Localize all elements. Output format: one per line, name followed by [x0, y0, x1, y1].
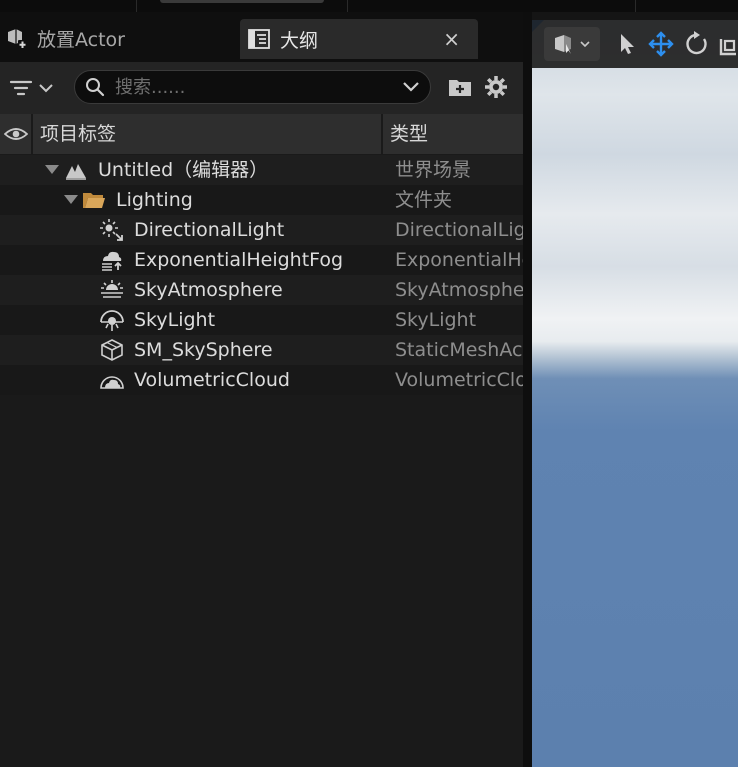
- row-type: SkyAtmosphere: [395, 279, 523, 301]
- tree-row-actor[interactable]: DirectionalLight DirectionalLight: [0, 215, 523, 245]
- viewport-toolbar: [532, 20, 738, 68]
- outliner-toolbar: [0, 62, 523, 114]
- outliner-icon: [248, 29, 270, 49]
- expand-arrow-icon[interactable]: [64, 195, 78, 204]
- tree-row-actor[interactable]: VolumetricCloud VolumetricCloud: [0, 365, 523, 395]
- tree-row-world[interactable]: Untitled（编辑器） 世界场景: [0, 155, 523, 185]
- row-type: 文件夹: [395, 189, 453, 211]
- tree-row-actor[interactable]: SkyLight SkyLight: [0, 305, 523, 335]
- panel-tab-bar: 放置Actor 大纲 ×: [0, 12, 532, 62]
- chevron-down-icon: [39, 84, 53, 93]
- height-fog-icon: [102, 251, 122, 271]
- column-divider[interactable]: [31, 114, 33, 154]
- volumetric-cloud-icon: [100, 376, 124, 389]
- row-label: Lighting: [116, 189, 193, 211]
- top-divider: [347, 0, 348, 12]
- close-icon[interactable]: ×: [443, 27, 460, 51]
- gear-icon[interactable]: [483, 74, 509, 100]
- column-header-type[interactable]: 类型: [390, 114, 428, 154]
- row-type: 世界场景: [395, 159, 472, 181]
- sky-atmosphere-icon: [101, 280, 123, 298]
- tab-place-actors-label: 放置Actor: [37, 28, 125, 51]
- panel-splitter[interactable]: [523, 12, 532, 767]
- viewport-options-button[interactable]: [544, 27, 600, 61]
- filter-icon: [9, 80, 33, 96]
- top-divider: [635, 0, 636, 12]
- outliner-tree: Untitled（编辑器） 世界场景 Lighting 文件夹 Directio…: [0, 155, 523, 395]
- sky-light-icon: [100, 310, 124, 331]
- outliner-column-header: 项目标签 类型: [0, 114, 523, 154]
- level-viewport[interactable]: [532, 20, 738, 767]
- row-label: SkyAtmosphere: [134, 279, 283, 301]
- top-divider: [136, 0, 137, 12]
- tree-row-folder[interactable]: Lighting 文件夹: [0, 185, 523, 215]
- row-type: StaticMeshActor: [395, 339, 523, 361]
- outliner-panel: 项目标签 类型 Untitled（编辑器） 世界场景 Lighting 文件夹: [0, 62, 523, 767]
- search-icon: [86, 78, 105, 97]
- top-strip: [0, 0, 738, 12]
- rotate-icon[interactable]: [684, 31, 710, 57]
- row-label: SM_SkySphere: [134, 339, 273, 361]
- tab-outliner-label: 大纲: [280, 29, 319, 52]
- row-label: SkyLight: [134, 309, 216, 331]
- top-tab-fragment[interactable]: [160, 0, 324, 3]
- row-type: VolumetricCloud: [395, 369, 523, 391]
- row-type: ExponentialHeightFog: [395, 249, 523, 271]
- row-label: DirectionalLight: [134, 219, 285, 241]
- row-label: ExponentialHeightFog: [134, 249, 344, 271]
- place-actor-icon: [8, 29, 27, 49]
- select-cursor-icon[interactable]: [614, 31, 640, 57]
- translate-icon[interactable]: [648, 31, 674, 57]
- row-label: VolumetricCloud: [134, 369, 290, 391]
- chevron-down-icon: [580, 41, 590, 48]
- column-divider[interactable]: [381, 114, 383, 154]
- row-type: SkyLight: [395, 309, 477, 331]
- tree-row-actor[interactable]: ExponentialHeightFog ExponentialHeightFo…: [0, 245, 523, 275]
- directional-light-icon: [100, 219, 123, 241]
- search-options-chevron-icon[interactable]: [402, 80, 420, 94]
- filter-button[interactable]: [8, 74, 64, 102]
- row-label: Untitled（编辑器）: [98, 159, 269, 181]
- folder-icon: [83, 193, 105, 208]
- expand-arrow-icon[interactable]: [45, 165, 59, 174]
- column-header-label[interactable]: 项目标签: [40, 114, 116, 154]
- world-icon: [66, 164, 86, 180]
- scale-icon[interactable]: [718, 31, 738, 57]
- row-type: DirectionalLight: [395, 219, 523, 241]
- visibility-column-header[interactable]: [0, 114, 31, 154]
- tree-row-actor[interactable]: SkyAtmosphere SkyAtmosphere: [0, 275, 523, 305]
- tree-row-actor[interactable]: SM_SkySphere StaticMeshActor: [0, 335, 523, 365]
- eye-icon: [3, 128, 28, 140]
- tab-outliner[interactable]: 大纲 ×: [240, 19, 478, 59]
- static-mesh-icon: [101, 339, 123, 361]
- search-input[interactable]: [113, 75, 387, 99]
- add-folder-icon[interactable]: [447, 74, 473, 100]
- search-box[interactable]: [74, 70, 431, 104]
- tab-place-actors[interactable]: 放置Actor: [0, 18, 235, 58]
- perspective-cube-icon: [555, 35, 571, 54]
